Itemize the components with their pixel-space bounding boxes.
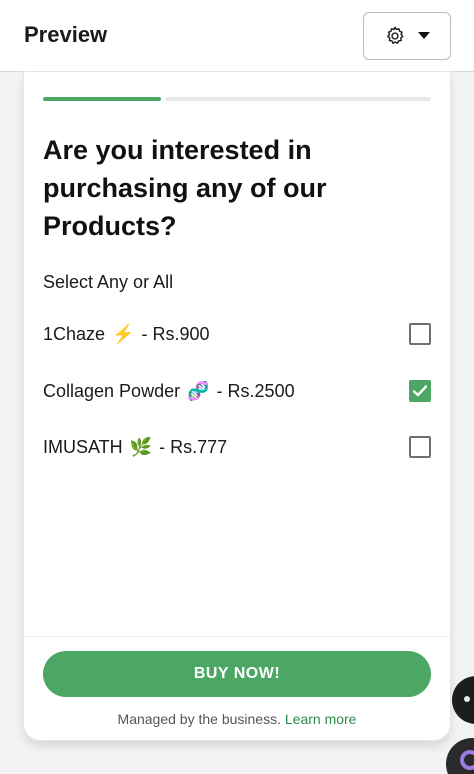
option-1chaze[interactable]: 1Chaze ⚡ - Rs.900 [43, 318, 431, 350]
caret-down-icon [418, 32, 430, 40]
preview-app: Preview Are you interested in purchasing… [0, 0, 474, 774]
progress-segment-complete [43, 97, 161, 101]
question-subtitle: Select Any or All [43, 272, 174, 292]
footer-divider [24, 636, 450, 637]
gear-icon [384, 25, 406, 47]
checkbox-imusath[interactable] [409, 436, 431, 458]
option-name: 1Chaze [43, 323, 106, 344]
checkbox-collagen-powder[interactable] [409, 380, 431, 402]
learn-more-link[interactable]: Learn more [285, 711, 357, 727]
option-price: - Rs.777 [159, 436, 228, 457]
checkbox-1chaze[interactable] [409, 323, 431, 345]
option-price: - Rs.2500 [216, 380, 295, 401]
floating-assistant-button[interactable] [446, 738, 474, 774]
checkmark-icon [413, 385, 427, 397]
question-heading: Are you interested in purchasing any of … [43, 135, 327, 241]
fab-icon [464, 696, 470, 702]
option-imusath[interactable]: IMUSATH 🌿 - Rs.777 [43, 431, 431, 463]
managed-text: Managed by the business. [117, 711, 281, 727]
herb-emoji-icon: 🌿 [129, 436, 153, 457]
progress-segment-remaining [165, 97, 431, 101]
assistant-icon [460, 750, 474, 770]
option-label: Collagen Powder 🧬 - Rs.2500 [43, 381, 295, 402]
option-collagen-powder[interactable]: Collagen Powder 🧬 - Rs.2500 [43, 375, 431, 407]
form-card: Are you interested in purchasing any of … [24, 72, 450, 740]
option-price: - Rs.900 [141, 323, 210, 344]
option-label: IMUSATH 🌿 - Rs.777 [43, 437, 227, 458]
buy-now-button[interactable]: BUY NOW! [43, 651, 431, 697]
managed-notice: Managed by the business. Learn more [24, 711, 450, 727]
dna-emoji-icon: 🧬 [187, 380, 210, 401]
floating-action-button[interactable] [452, 676, 474, 724]
settings-dropdown-button[interactable] [363, 12, 451, 60]
page-title: Preview [24, 22, 108, 47]
option-name: Collagen Powder [43, 380, 181, 401]
option-name: IMUSATH [43, 436, 123, 457]
top-bar: Preview [0, 0, 474, 72]
option-label: 1Chaze ⚡ - Rs.900 [43, 324, 210, 345]
lightning-emoji-icon: ⚡ [112, 323, 135, 344]
progress-bar [43, 97, 431, 101]
